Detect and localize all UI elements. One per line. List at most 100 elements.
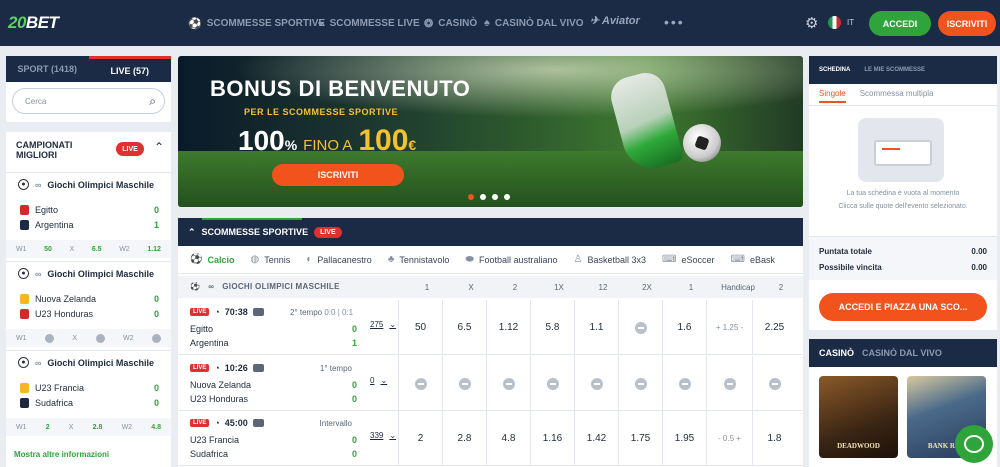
chevron-down-icon[interactable]: ⌄ <box>389 320 396 329</box>
tab-live[interactable]: LIVE (57) <box>88 56 171 82</box>
italy-flag-icon[interactable] <box>828 16 841 29</box>
more-markets-link[interactable]: 339 ⌄ <box>370 431 396 440</box>
tab-single[interactable]: Singole <box>819 89 846 103</box>
odd-cell <box>442 356 486 411</box>
stats-icon[interactable]: ◔ <box>214 363 219 373</box>
nav-live-casino[interactable]: ♠ CASINÒ DAL VIVO <box>484 0 584 46</box>
more-markets-link[interactable]: 275 ⌄ <box>370 320 396 329</box>
tab-tennis[interactable]: ◍ Tennis <box>250 254 290 265</box>
event-row[interactable]: LIVE ◔ 10:26 1° tempo Nuova Zelanda U23 Hond… <box>178 356 803 411</box>
promo-banner[interactable]: BONUS DI BENVENUTO PER LE SCOMMESSE SPOR… <box>178 56 803 207</box>
chevron-up-icon[interactable]: ⌃ <box>188 227 196 238</box>
list-item[interactable]: ● ∞ Giochi Olimpici Maschile U23 Francia 0… <box>6 350 171 438</box>
odd-cell[interactable]: 1.95 <box>662 411 706 466</box>
odd-cell[interactable]: 50 <box>398 300 442 355</box>
left-tabs: SPORT (1418) LIVE (57) <box>6 56 171 82</box>
carousel-dot[interactable] <box>504 194 510 200</box>
odd-cell[interactable]: 1.8 <box>752 411 796 466</box>
tab-calcio[interactable]: ⚽ Calcio <box>190 254 234 265</box>
tab-aussie-football[interactable]: ⬬ Football australiano <box>465 254 557 265</box>
olympic-rings-icon: ∞ <box>35 357 42 368</box>
odd-cell[interactable]: 1.1 <box>574 300 618 355</box>
odd-cell[interactable]: 1.6 <box>662 300 706 355</box>
carousel-dot[interactable] <box>480 194 486 200</box>
carousel-dot[interactable] <box>492 194 498 200</box>
odd-cell[interactable]: 2.25 <box>752 300 796 355</box>
nav-aviator[interactable]: ✈ Aviator <box>590 14 656 32</box>
event-row[interactable]: LIVE ◔ 45:00 Intervallo U23 Francia Sudafric… <box>178 411 803 466</box>
chevron-down-icon[interactable]: ⌄ <box>380 376 387 385</box>
nav-casino[interactable]: ❂ CASINÒ <box>424 0 477 46</box>
gear-icon[interactable]: ⚙ <box>805 14 818 32</box>
chevron-up-icon[interactable]: ⌃ <box>154 140 164 154</box>
tab-basketball[interactable]: ◐ Pallacanestro <box>306 254 372 265</box>
live-badge: LIVE <box>116 142 144 156</box>
nav-sports[interactable]: ⚽ SCOMMESSE SPORTIVE <box>188 0 325 46</box>
login-and-bet-button[interactable]: ACCEDI E PIAZZA UNA SCO... <box>819 293 987 321</box>
tab-multiple[interactable]: Scommessa multipla <box>860 89 934 103</box>
player-icon: ♙ <box>573 254 583 265</box>
ball-icon: ⚽ <box>188 17 202 30</box>
banner-register-button[interactable]: ISCRIVITI <box>272 164 404 186</box>
show-more-link[interactable]: Mostra altre informazioni <box>14 450 109 459</box>
odd-cell[interactable]: 5.8 <box>530 300 574 355</box>
tab-basketball-3x3[interactable]: ♙ Basketball 3x3 <box>574 254 647 265</box>
event-row[interactable]: LIVE ◔ 70:38 2° tempo 0:0 | 0:1 Egitto Argent… <box>178 300 803 355</box>
chat-icon[interactable] <box>955 425 993 463</box>
tab-betslip[interactable]: SCHEDINA <box>819 67 850 73</box>
odd-cell[interactable]: 2 <box>398 411 442 466</box>
chevron-down-icon[interactable]: ⌄ <box>389 431 396 440</box>
search-input[interactable]: Cerca ⌕ <box>12 88 165 114</box>
odd-cell[interactable]: + 1.25 - <box>706 300 752 355</box>
odds-row: W1 50 X 6.5 W2 1.12 <box>6 240 171 258</box>
odd-cell[interactable]: 6.5 <box>442 300 486 355</box>
list-item[interactable]: ● ∞ Giochi Olimpici Maschile Egitto 0 Arge… <box>6 172 171 260</box>
casino-tabs: CASINÒ CASINÒ DAL VIVO <box>809 339 997 367</box>
odd-cell[interactable]: 4.8 <box>486 411 530 466</box>
period-label: Intervallo <box>319 419 352 428</box>
tab-sport[interactable]: SPORT (1418) <box>6 56 89 82</box>
tv-icon[interactable] <box>252 308 264 316</box>
banner-title: BONUS DI BENVENUTO <box>210 76 471 101</box>
odd-cell[interactable]: 1.75 <box>618 411 662 466</box>
left-panel: SPORT (1418) LIVE (57) Cerca ⌕ CAMPIONAT… <box>6 56 171 467</box>
live-icon: ⌁ <box>318 17 325 30</box>
more-markets-link[interactable]: 0 ⌄ <box>370 376 387 385</box>
search-icon[interactable]: ⌕ <box>149 94 156 109</box>
tab-my-bets[interactable]: LE MIE SCOMMESSE <box>864 67 925 73</box>
odd-cell[interactable]: 1.16 <box>530 411 574 466</box>
login-button[interactable]: ACCEDI <box>869 11 931 36</box>
logo[interactable]: 20 BET <box>8 8 70 38</box>
home-team: Egitto <box>190 324 214 334</box>
tab-table-tennis[interactable]: ♣ Tennistavolo <box>388 254 450 265</box>
tab-esoccer[interactable]: ⌨ eSoccer <box>662 254 714 265</box>
tab-live-casino[interactable]: CASINÒ DAL VIVO <box>862 348 942 358</box>
tab-ebasketball[interactable]: ⌨ eBask <box>731 254 775 265</box>
section-header[interactable]: ⌃ SCOMMESSE SPORTIVE LIVE <box>178 218 803 246</box>
period-label: 1° tempo <box>319 364 352 373</box>
odd-cell[interactable]: 1.12 <box>486 300 530 355</box>
tv-icon[interactable] <box>252 364 264 372</box>
sports-betting-section: ⌃ SCOMMESSE SPORTIVE LIVE ⚽ Calcio ◍ Tenni… <box>178 218 803 467</box>
game-tile[interactable]: DEADWOOD <box>819 376 898 458</box>
gamepad-icon: ⌨ <box>662 254 677 265</box>
register-button[interactable]: ISCRIVITI <box>938 11 996 36</box>
locked-icon <box>678 377 691 390</box>
nav-live[interactable]: ⌁ SCOMMESSE LIVE <box>318 0 420 46</box>
language-label[interactable]: IT <box>847 18 854 27</box>
carousel-dot[interactable] <box>468 194 474 200</box>
cards-icon: ♠ <box>484 17 490 29</box>
home-score: 0 <box>352 324 358 334</box>
odd-cell <box>398 356 442 411</box>
odd-cell[interactable]: 1.42 <box>574 411 618 466</box>
tv-icon[interactable] <box>252 419 264 427</box>
period-label: 2° tempo 0:0 | 0:1 <box>290 308 354 317</box>
stats-icon[interactable]: ◔ <box>214 307 219 317</box>
stats-icon[interactable]: ◔ <box>214 418 219 428</box>
list-item[interactable]: ● ∞ Giochi Olimpici Maschile Nuova Zelanda… <box>6 261 171 349</box>
more-menu-icon[interactable]: ••• <box>664 14 685 30</box>
odd-cell[interactable]: - 0.5 + <box>706 411 752 466</box>
odd-cell[interactable]: 2.8 <box>442 411 486 466</box>
away-team: Argentina <box>190 338 229 348</box>
tab-casino[interactable]: CASINÒ <box>819 348 854 358</box>
